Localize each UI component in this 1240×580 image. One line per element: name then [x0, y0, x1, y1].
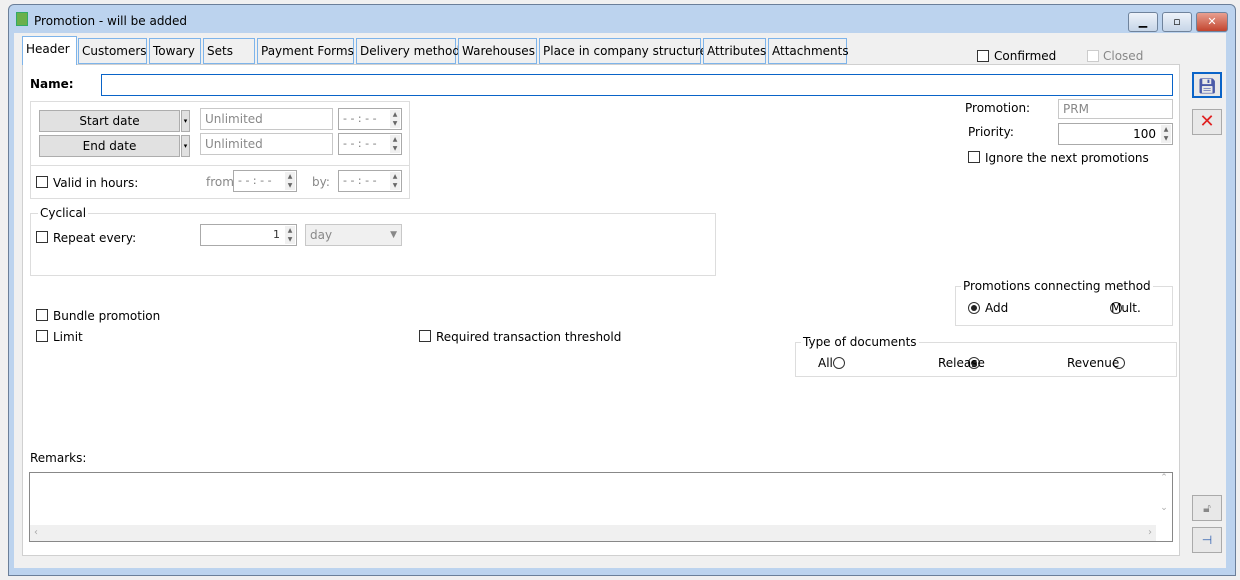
start-time-spinner[interactable]: - - : - - ▲ ▼: [338, 108, 402, 130]
pin-button[interactable]: ⊣: [1192, 527, 1222, 553]
promotion-label: Promotion:: [965, 101, 1031, 115]
end-date-input[interactable]: Unlimited: [200, 133, 333, 155]
cancel-icon: ✕: [1199, 111, 1215, 132]
radio-add[interactable]: [968, 302, 980, 314]
save-icon: 💾︎: [1197, 77, 1217, 95]
repeat-every-checkbox[interactable]: [36, 231, 48, 243]
remarks-label: Remarks:: [30, 451, 87, 465]
bundle-promotion-checkbox[interactable]: [36, 309, 48, 321]
start-date-button[interactable]: Start date: [39, 110, 180, 132]
repeat-count-spinner[interactable]: 1 ▲ ▼: [200, 224, 297, 246]
priority-label: Priority:: [968, 125, 1014, 139]
priority-value: 100: [1133, 127, 1156, 141]
spinner-arrows-icon[interactable]: ▲ ▼: [390, 135, 400, 153]
repeat-value: 1: [273, 228, 280, 241]
connecting-method-title: Promotions connecting method: [961, 279, 1153, 293]
confirmed-label: Confirmed: [994, 49, 1057, 63]
from-label: from: [206, 175, 234, 189]
from-time-spinner[interactable]: - - : - - ▲ ▼: [233, 170, 297, 192]
time-value: - - : - -: [238, 174, 272, 187]
name-input[interactable]: [101, 74, 1173, 96]
confirmed-checkbox[interactable]: [977, 50, 989, 62]
app-icon: [16, 12, 28, 26]
vertical-scrollbar[interactable]: ⌃ ⌄: [1156, 473, 1172, 525]
start-date-input[interactable]: Unlimited: [200, 108, 333, 130]
ignore-next-label: Ignore the next promotions: [985, 151, 1149, 165]
time-value: - - : - -: [343, 137, 377, 150]
time-value: - - : - -: [343, 174, 377, 187]
doc-types-title: Type of documents: [801, 335, 919, 349]
repeat-unit-select[interactable]: day ▼: [305, 224, 402, 246]
tab-place-in-company-structure[interactable]: Place in company structure: [539, 38, 707, 64]
limit-label: Limit: [53, 330, 83, 344]
tab-customers[interactable]: Customers: [78, 38, 147, 64]
cyclical-title: Cyclical: [38, 206, 89, 220]
tab-delivery-method[interactable]: Delivery method: [356, 38, 460, 64]
ignore-next-checkbox[interactable]: [968, 151, 980, 163]
valid-in-hours-label: Valid in hours:: [53, 176, 139, 190]
minimize-button[interactable]: ▁: [1128, 12, 1158, 32]
radio-all[interactable]: [832, 357, 845, 369]
repeat-every-label: Repeat every:: [53, 231, 137, 245]
tab-towary[interactable]: Towary: [149, 38, 201, 64]
threshold-checkbox[interactable]: [419, 330, 431, 342]
tab-sets[interactable]: Sets: [203, 38, 255, 64]
tab-attachments[interactable]: Attachments: [768, 38, 849, 64]
time-value: - - : - -: [343, 112, 377, 125]
tab-header[interactable]: Header: [22, 36, 77, 65]
lock-button[interactable]: 🔓︎: [1192, 495, 1222, 521]
save-button[interactable]: 💾︎: [1192, 72, 1222, 98]
repeat-unit-value: day: [310, 228, 333, 242]
spinner-arrows-icon[interactable]: ▲ ▼: [285, 172, 295, 190]
closed-checkbox: [1087, 50, 1099, 62]
closed-label: Closed: [1103, 49, 1144, 63]
end-date-button[interactable]: End date: [39, 135, 180, 157]
radio-revenue-label: Revenue: [1067, 356, 1120, 370]
lock-icon: 🔓︎: [1203, 501, 1211, 515]
promotion-input: PRM: [1058, 99, 1173, 119]
end-date-dropdown[interactable]: ▾: [181, 135, 190, 157]
pin-icon: ⊣: [1201, 533, 1213, 547]
remarks-textarea[interactable]: ⌃ ⌄ ‹ ›: [29, 472, 1173, 542]
radio-add-label: Add: [985, 301, 1009, 315]
radio-mult-label: Mult.: [1111, 301, 1141, 315]
end-time-spinner[interactable]: - - : - - ▲ ▼: [338, 133, 402, 155]
chevron-down-icon: ▼: [390, 230, 397, 240]
tab-payment-forms[interactable]: Payment Forms: [257, 38, 354, 64]
spinner-arrows-icon[interactable]: ▲ ▼: [1161, 125, 1171, 143]
name-label: Name:: [30, 77, 74, 91]
start-date-dropdown[interactable]: ▾: [181, 110, 190, 132]
spinner-arrows-icon[interactable]: ▲ ▼: [390, 110, 400, 128]
radio-release-label: Release: [938, 356, 985, 370]
priority-spinner[interactable]: 100 ▲ ▼: [1058, 123, 1173, 145]
tab-warehouses[interactable]: Warehouses: [458, 38, 537, 64]
spinner-arrows-icon[interactable]: ▲ ▼: [285, 226, 295, 244]
close-button[interactable]: ✕: [1196, 12, 1228, 32]
maximize-button[interactable]: ▫: [1162, 12, 1192, 32]
by-label: by:: [312, 175, 330, 189]
tab-attributes[interactable]: Attributes: [703, 38, 766, 64]
horizontal-scrollbar[interactable]: ‹ ›: [30, 525, 1156, 541]
bundle-promotion-label: Bundle promotion: [53, 309, 161, 323]
radio-all-label: All: [818, 356, 833, 370]
spinner-arrows-icon[interactable]: ▲ ▼: [390, 172, 400, 190]
limit-checkbox[interactable]: [36, 330, 48, 342]
by-time-spinner[interactable]: - - : - - ▲ ▼: [338, 170, 402, 192]
cancel-button[interactable]: ✕: [1192, 109, 1222, 135]
threshold-label: Required transaction threshold: [436, 330, 622, 344]
valid-in-hours-checkbox[interactable]: [36, 176, 48, 188]
window-title: Promotion - will be added: [34, 14, 188, 28]
divider: [31, 165, 409, 166]
